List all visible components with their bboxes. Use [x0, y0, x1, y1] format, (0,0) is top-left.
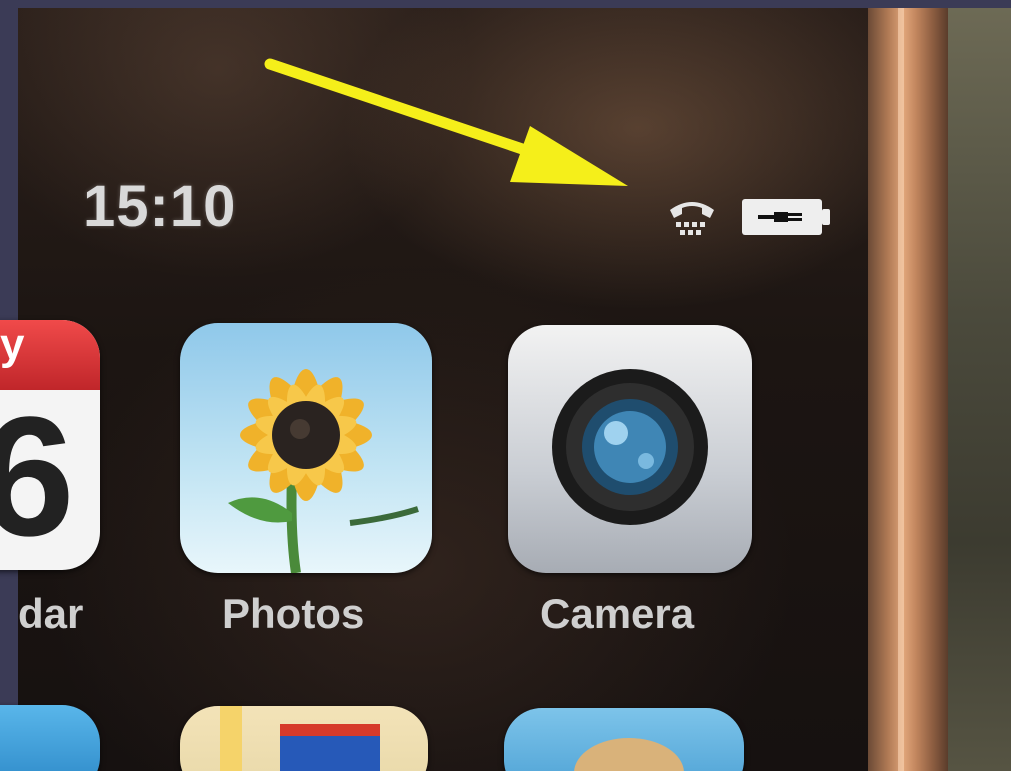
- sun-icon: [574, 738, 684, 771]
- camera-lens-icon: [552, 369, 708, 525]
- partial-app-icon[interactable]: [0, 705, 100, 771]
- camera-app-icon[interactable]: [508, 325, 752, 573]
- calendar-label: dar: [18, 590, 84, 637]
- maps-app-icon[interactable]: [180, 706, 428, 771]
- phone-photo: 15:10 y 6 dar Photos Camera: [0, 0, 1011, 771]
- camera-label: Camera: [540, 590, 695, 637]
- map-road: [220, 706, 242, 771]
- status-time: 15:10: [83, 174, 237, 239]
- frame-top-edge: [0, 0, 1011, 8]
- background: [948, 8, 1011, 771]
- calendar-app-icon[interactable]: y 6: [0, 320, 100, 570]
- annotation-arrow: [264, 58, 628, 186]
- calendar-day: y: [0, 320, 25, 369]
- tty-icon: [670, 202, 714, 235]
- highway-sign-icon: [280, 724, 380, 771]
- sunflower-icon: [228, 369, 419, 573]
- phone-bezel: [868, 8, 948, 771]
- photos-app-icon[interactable]: [180, 323, 432, 573]
- photos-label: Photos: [222, 590, 365, 637]
- battery-charging-icon: [742, 199, 830, 235]
- weather-app-icon[interactable]: [504, 708, 744, 771]
- calendar-date: 6: [0, 382, 75, 570]
